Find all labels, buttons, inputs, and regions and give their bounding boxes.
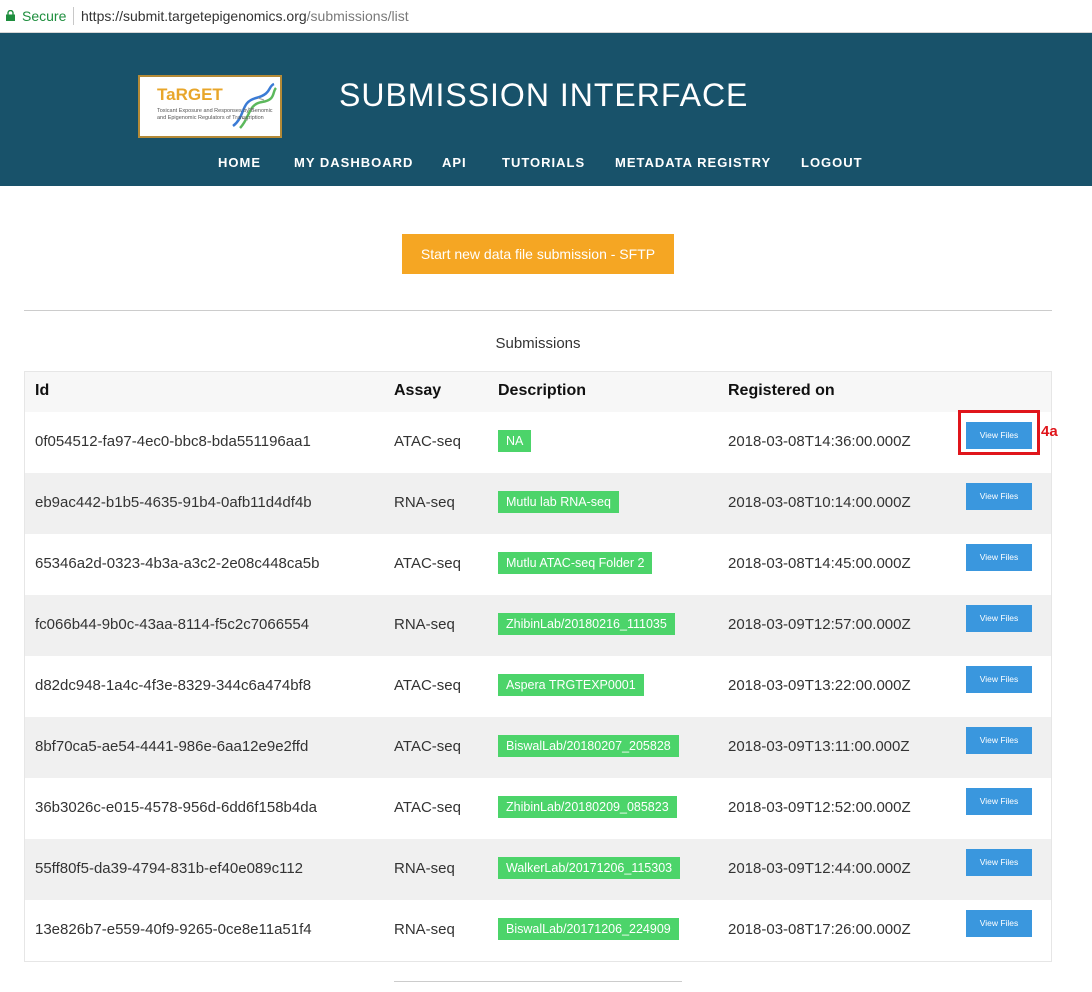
nav-home[interactable]: HOME [218, 155, 261, 170]
row-registered-on: 2018-03-08T17:26:00.000Z [728, 921, 911, 938]
description-badge: NA [498, 430, 532, 452]
row-id: 65346a2d-0323-4b3a-a3c2-2e08c448ca5b [35, 555, 320, 572]
submissions-table: Id Assay Description Registered on 0f054… [24, 371, 1052, 962]
row-id: 8bf70ca5-ae54-4441-986e-6aa12e9e2ffd [35, 738, 309, 755]
row-assay: RNA-seq [394, 494, 455, 511]
view-files-button[interactable]: View Files [966, 605, 1032, 632]
table-row: fc066b44-9b0c-43aa-8114-f5c2c7066554 RNA-… [25, 595, 1051, 656]
row-id: 55ff80f5-da39-4794-831b-ef40e089c112 [35, 860, 304, 877]
view-files-button[interactable]: View Files [966, 483, 1032, 510]
row-assay: ATAC-seq [394, 738, 461, 755]
table-row: 13e826b7-e559-40f9-9265-0ce8e11a51f4 RNA-… [25, 900, 1051, 961]
url-path: /submissions/list [306, 8, 409, 24]
table-row: 55ff80f5-da39-4794-831b-ef40e089c112 RNA-… [25, 839, 1051, 900]
start-submission-button[interactable]: Start new data file submission - SFTP [402, 234, 674, 274]
row-id: 13e826b7-e559-40f9-9265-0ce8e11a51f4 [35, 921, 312, 938]
lock-icon [6, 10, 15, 21]
description-badge: Aspera TRGTEXP0001 [498, 674, 644, 696]
row-assay: RNA-seq [394, 860, 455, 877]
row-registered-on: 2018-03-09T13:22:00.000Z [728, 677, 911, 694]
row-registered-on: 2018-03-09T13:11:00.000Z [728, 738, 910, 755]
description-badge: Mutlu lab RNA-seq [498, 491, 619, 513]
row-assay: ATAC-seq [394, 433, 461, 450]
dna-helix-icon [232, 82, 278, 129]
annotation-highlight-box [958, 410, 1040, 455]
browser-address-bar[interactable]: Secure https://submit.targetepigenomics.… [0, 0, 1092, 33]
table-body: 0f054512-fa97-4ec0-bbc8-bda551196aa1 ATAC… [25, 412, 1051, 961]
nav-api[interactable]: API [442, 155, 467, 170]
table-row: 36b3026c-e015-4578-956d-6dd6f158b4da ATAC… [25, 778, 1051, 839]
divider [24, 310, 1052, 311]
table-row: 8bf70ca5-ae54-4441-986e-6aa12e9e2ffd ATAC… [25, 717, 1051, 778]
description-badge: WalkerLab/20171206_115303 [498, 857, 681, 879]
target-logo[interactable]: TaRGET Toxicant Exposure and Responses b… [138, 75, 282, 138]
column-header-id: Id [35, 382, 50, 399]
table-row: 65346a2d-0323-4b3a-a3c2-2e08c448ca5b ATAC… [25, 534, 1051, 595]
url-text[interactable]: https://submit.targetepigenomics.org/sub… [81, 8, 409, 24]
row-registered-on: 2018-03-09T12:52:00.000Z [728, 799, 911, 816]
bottom-divider [394, 981, 682, 982]
nav-metadata-registry[interactable]: METADATA REGISTRY [615, 155, 771, 170]
row-id: d82dc948-1a4c-4f3e-8329-344c6a474bf8 [35, 677, 312, 694]
view-files-button[interactable]: View Files [966, 849, 1032, 876]
row-id: fc066b44-9b0c-43aa-8114-f5c2c7066554 [35, 616, 310, 633]
row-assay: ATAC-seq [394, 799, 461, 816]
page-title: SUBMISSION INTERFACE [339, 77, 749, 113]
nav-logout[interactable]: LOGOUT [801, 155, 863, 170]
address-separator [73, 7, 74, 25]
row-registered-on: 2018-03-08T10:14:00.000Z [728, 494, 911, 511]
logo-tagline: Toxicant Exposure and Responses by Genom… [157, 108, 273, 121]
row-id: 36b3026c-e015-4578-956d-6dd6f158b4da [35, 799, 317, 816]
secure-label: Secure [22, 8, 67, 24]
row-registered-on: 2018-03-08T14:36:00.000Z [728, 433, 911, 450]
nav-my-dashboard[interactable]: MY DASHBOARD [294, 155, 413, 170]
column-header-assay: Assay [394, 382, 442, 399]
nav-tutorials[interactable]: TUTORIALS [502, 155, 585, 170]
annotation-label: 4a [1041, 423, 1058, 440]
submissions-heading: Submissions [495, 335, 581, 352]
url-host: https://submit.targetepigenomics.org [81, 8, 307, 24]
row-assay: RNA-seq [394, 616, 455, 633]
description-badge: ZhibinLab/20180209_085823 [498, 796, 677, 818]
row-assay: ATAC-seq [394, 555, 461, 572]
row-assay: RNA-seq [394, 921, 455, 938]
row-id: 0f054512-fa97-4ec0-bbc8-bda551196aa1 [35, 433, 311, 450]
table-header: Id Assay Description Registered on [25, 372, 1051, 412]
column-header-description: Description [498, 382, 587, 399]
table-row: 0f054512-fa97-4ec0-bbc8-bda551196aa1 ATAC… [25, 412, 1051, 473]
site-header: TaRGET Toxicant Exposure and Responses b… [0, 33, 1092, 186]
description-badge: Mutlu ATAC-seq Folder 2 [498, 552, 653, 574]
description-badge: ZhibinLab/20180216_111035 [498, 613, 675, 635]
row-registered-on: 2018-03-08T14:45:00.000Z [728, 555, 911, 572]
view-files-button[interactable]: View Files [966, 910, 1032, 937]
column-header-registered-on: Registered on [728, 382, 835, 399]
row-assay: ATAC-seq [394, 677, 461, 694]
view-files-button[interactable]: View Files [966, 544, 1032, 571]
logo-brand: TaRGET [157, 85, 223, 104]
table-row: d82dc948-1a4c-4f3e-8329-344c6a474bf8 ATAC… [25, 656, 1051, 717]
table-row: eb9ac442-b1b5-4635-91b4-0afb11d4df4b RNA-… [25, 473, 1051, 534]
view-files-button[interactable]: View Files [966, 727, 1032, 754]
view-files-button[interactable]: View Files [966, 788, 1032, 815]
view-files-button[interactable]: View Files [966, 666, 1032, 693]
description-badge: BiswalLab/20180207_205828 [498, 735, 679, 757]
row-id: eb9ac442-b1b5-4635-91b4-0afb11d4df4b [35, 494, 312, 511]
row-registered-on: 2018-03-09T12:44:00.000Z [728, 860, 911, 877]
row-registered-on: 2018-03-09T12:57:00.000Z [728, 616, 911, 633]
description-badge: BiswalLab/20171206_224909 [498, 918, 679, 940]
